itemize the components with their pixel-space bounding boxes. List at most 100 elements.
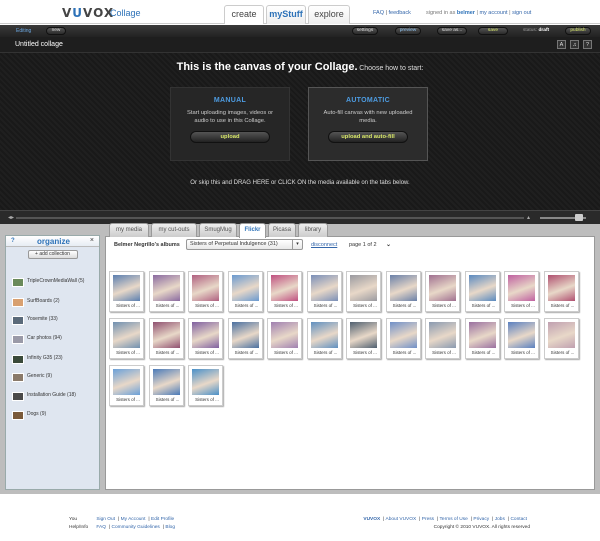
zoom-slider-handle[interactable] bbox=[575, 214, 583, 221]
save-as-button[interactable]: save as... bbox=[437, 27, 467, 35]
timeline-start-icon[interactable]: ◂▸ bbox=[8, 214, 14, 221]
media-thumbnail[interactable]: Sisters of ... bbox=[543, 318, 579, 359]
thumbnail-caption: Sisters of ... bbox=[195, 350, 219, 355]
music-icon[interactable]: ♫ bbox=[570, 40, 579, 49]
media-thumbnail[interactable]: Sisters of ... bbox=[188, 365, 223, 406]
settings-button[interactable]: settings bbox=[352, 27, 378, 35]
media-thumbnail[interactable]: Sisters of ... bbox=[188, 318, 223, 359]
add-collection-button[interactable]: + add collection bbox=[27, 250, 78, 259]
chevron-down-icon[interactable]: ▾ bbox=[292, 240, 302, 249]
save-button[interactable]: save bbox=[478, 27, 508, 35]
media-thumbnail[interactable]: Sisters of ... bbox=[109, 318, 144, 359]
collection-item[interactable]: Car photos (94) bbox=[12, 335, 62, 344]
collection-item[interactable]: Generic (9) bbox=[12, 373, 52, 382]
media-thumbnail[interactable]: Sisters of ... bbox=[464, 271, 500, 312]
tab-my-media[interactable]: my media bbox=[109, 223, 149, 237]
thumbnail-caption: Sisters of ... bbox=[234, 350, 259, 355]
footer-jobs-link[interactable]: Jobs bbox=[495, 517, 505, 522]
media-thumbnail[interactable]: Sisters of ... bbox=[227, 271, 263, 312]
faq-link[interactable]: FAQ bbox=[373, 10, 384, 16]
collection-item[interactable]: Yosemite (33) bbox=[12, 316, 58, 325]
footer-blog-link[interactable]: Blog bbox=[165, 525, 175, 530]
media-thumbnail[interactable]: Sisters of ... bbox=[464, 318, 500, 359]
preview-button[interactable]: preview bbox=[395, 27, 421, 35]
media-thumbnail[interactable]: Sisters of ... bbox=[346, 271, 381, 312]
collection-thumbnail bbox=[12, 411, 24, 420]
thumbnail-caption: Sisters of ... bbox=[471, 303, 496, 308]
footer-terms-link[interactable]: Terms of Use bbox=[440, 517, 468, 522]
tab-library[interactable]: library bbox=[298, 223, 328, 237]
media-thumbnail[interactable]: Sisters of ... bbox=[385, 318, 421, 359]
upload-autofill-button[interactable]: upload and auto-fill bbox=[328, 131, 408, 143]
tab-mystuff[interactable]: myStuff bbox=[266, 5, 306, 24]
media-thumbnail[interactable]: Sisters of ... bbox=[227, 318, 263, 359]
media-thumbnail[interactable]: Sisters of ... bbox=[306, 271, 342, 312]
thumbnail-caption: Sisters of ... bbox=[550, 350, 575, 355]
media-thumbnail[interactable]: Sisters of ... bbox=[109, 271, 144, 312]
chevron-down-icon[interactable]: ⌄ bbox=[386, 241, 391, 248]
collage-canvas[interactable]: This is the canvas of your Collage. Choo… bbox=[0, 53, 600, 210]
thumbnail-image bbox=[152, 275, 180, 301]
footer-faq-link[interactable]: FAQ bbox=[96, 525, 106, 530]
thumbnail-caption: Sisters of ... bbox=[234, 303, 259, 308]
media-thumbnail[interactable]: Sisters of ... bbox=[267, 271, 302, 312]
help-icon[interactable]: ? bbox=[583, 40, 592, 49]
media-thumbnail[interactable]: Sisters of ... bbox=[385, 271, 421, 312]
timeline-scrollbar[interactable] bbox=[16, 217, 524, 219]
collection-item[interactable]: Installation Guide (18) bbox=[12, 392, 76, 401]
tab-create[interactable]: create bbox=[224, 5, 264, 24]
my-account-link[interactable]: my account bbox=[479, 10, 507, 16]
thumbnail-image bbox=[113, 275, 140, 301]
page-indicator: page 1 of 2 bbox=[349, 242, 377, 248]
media-thumbnail[interactable]: Sisters of ... bbox=[306, 318, 342, 359]
media-thumbnail[interactable]: Sisters of ... bbox=[188, 271, 223, 312]
media-thumbnail[interactable]: Sisters of ... bbox=[148, 318, 184, 359]
media-thumbnail[interactable]: Sisters of ... bbox=[504, 318, 539, 359]
collage-title-bar: Untitled collage A ♫ ? bbox=[0, 37, 600, 53]
collection-item[interactable]: TripleCrownMediaWall (5) bbox=[12, 278, 85, 287]
collection-item[interactable]: Infinity G35 (23) bbox=[12, 355, 63, 364]
footer-sign-out-link[interactable]: Sign Out bbox=[96, 517, 115, 522]
media-thumbnail[interactable]: Sisters of ... bbox=[346, 318, 381, 359]
tab-smugmug[interactable]: SmugMug bbox=[199, 223, 237, 237]
feedback-link[interactable]: feedback bbox=[389, 10, 411, 16]
media-thumbnail[interactable]: Sisters of ... bbox=[425, 318, 460, 359]
footer-vuvox-link[interactable]: VUVOX bbox=[363, 517, 380, 522]
footer-about-link[interactable]: About VUVOX bbox=[386, 517, 417, 522]
close-icon[interactable]: × bbox=[90, 237, 94, 244]
media-thumbnail[interactable]: Sisters of ... bbox=[425, 271, 460, 312]
sign-out-link[interactable]: sign out bbox=[512, 10, 531, 16]
media-thumbnail[interactable]: Sisters of ... bbox=[109, 365, 144, 406]
upload-button[interactable]: upload bbox=[190, 131, 270, 143]
collection-item[interactable]: SurfBoards (2) bbox=[12, 298, 60, 307]
footer-contact-link[interactable]: Contact bbox=[510, 517, 527, 522]
collection-item[interactable]: Dogs (9) bbox=[12, 411, 46, 420]
publish-button[interactable]: publish bbox=[565, 27, 591, 35]
username-link[interactable]: belmer bbox=[457, 10, 475, 16]
footer-site: VUVOX | About VUVOX | Press | Terms of Use |… bbox=[363, 517, 530, 530]
tab-my-cutouts[interactable]: my cut-outs bbox=[151, 223, 197, 237]
media-thumbnail[interactable]: Sisters of ... bbox=[267, 318, 302, 359]
disconnect-link[interactable]: disconnect bbox=[311, 242, 337, 248]
album-select[interactable]: Sisters of Perpetual Indulgence (31) ▾ bbox=[186, 239, 303, 250]
thumbnail-image bbox=[350, 322, 377, 348]
new-button[interactable]: new bbox=[46, 27, 66, 35]
media-thumbnail[interactable]: Sisters of ... bbox=[148, 365, 184, 406]
collection-label: Infinity G35 (23) bbox=[27, 355, 63, 361]
footer-edit-profile-link[interactable]: Edit Profile bbox=[151, 517, 174, 522]
thumbnail-image bbox=[508, 275, 535, 301]
footer-my-account-link[interactable]: My Account bbox=[121, 517, 146, 522]
media-thumbnail[interactable]: Sisters of ... bbox=[543, 271, 579, 312]
tab-flickr[interactable]: Flickr bbox=[239, 223, 266, 238]
footer-community-link[interactable]: Community Guidelines bbox=[112, 525, 160, 530]
tab-picasa[interactable]: Picasa bbox=[268, 223, 296, 237]
footer-press-link[interactable]: Press bbox=[422, 517, 434, 522]
footer-privacy-link[interactable]: Privacy bbox=[473, 517, 489, 522]
media-thumbnail[interactable]: Sisters of ... bbox=[148, 271, 184, 312]
media-thumbnail[interactable]: Sisters of ... bbox=[504, 271, 539, 312]
footer: You Sign Out | My Account | Edit Profile H… bbox=[0, 494, 600, 541]
tab-explore[interactable]: explore bbox=[308, 5, 350, 24]
text-icon[interactable]: A bbox=[557, 40, 566, 49]
collage-title[interactable]: Untitled collage bbox=[15, 41, 63, 48]
vuvox-logo[interactable]: VUVOX bbox=[62, 6, 114, 20]
